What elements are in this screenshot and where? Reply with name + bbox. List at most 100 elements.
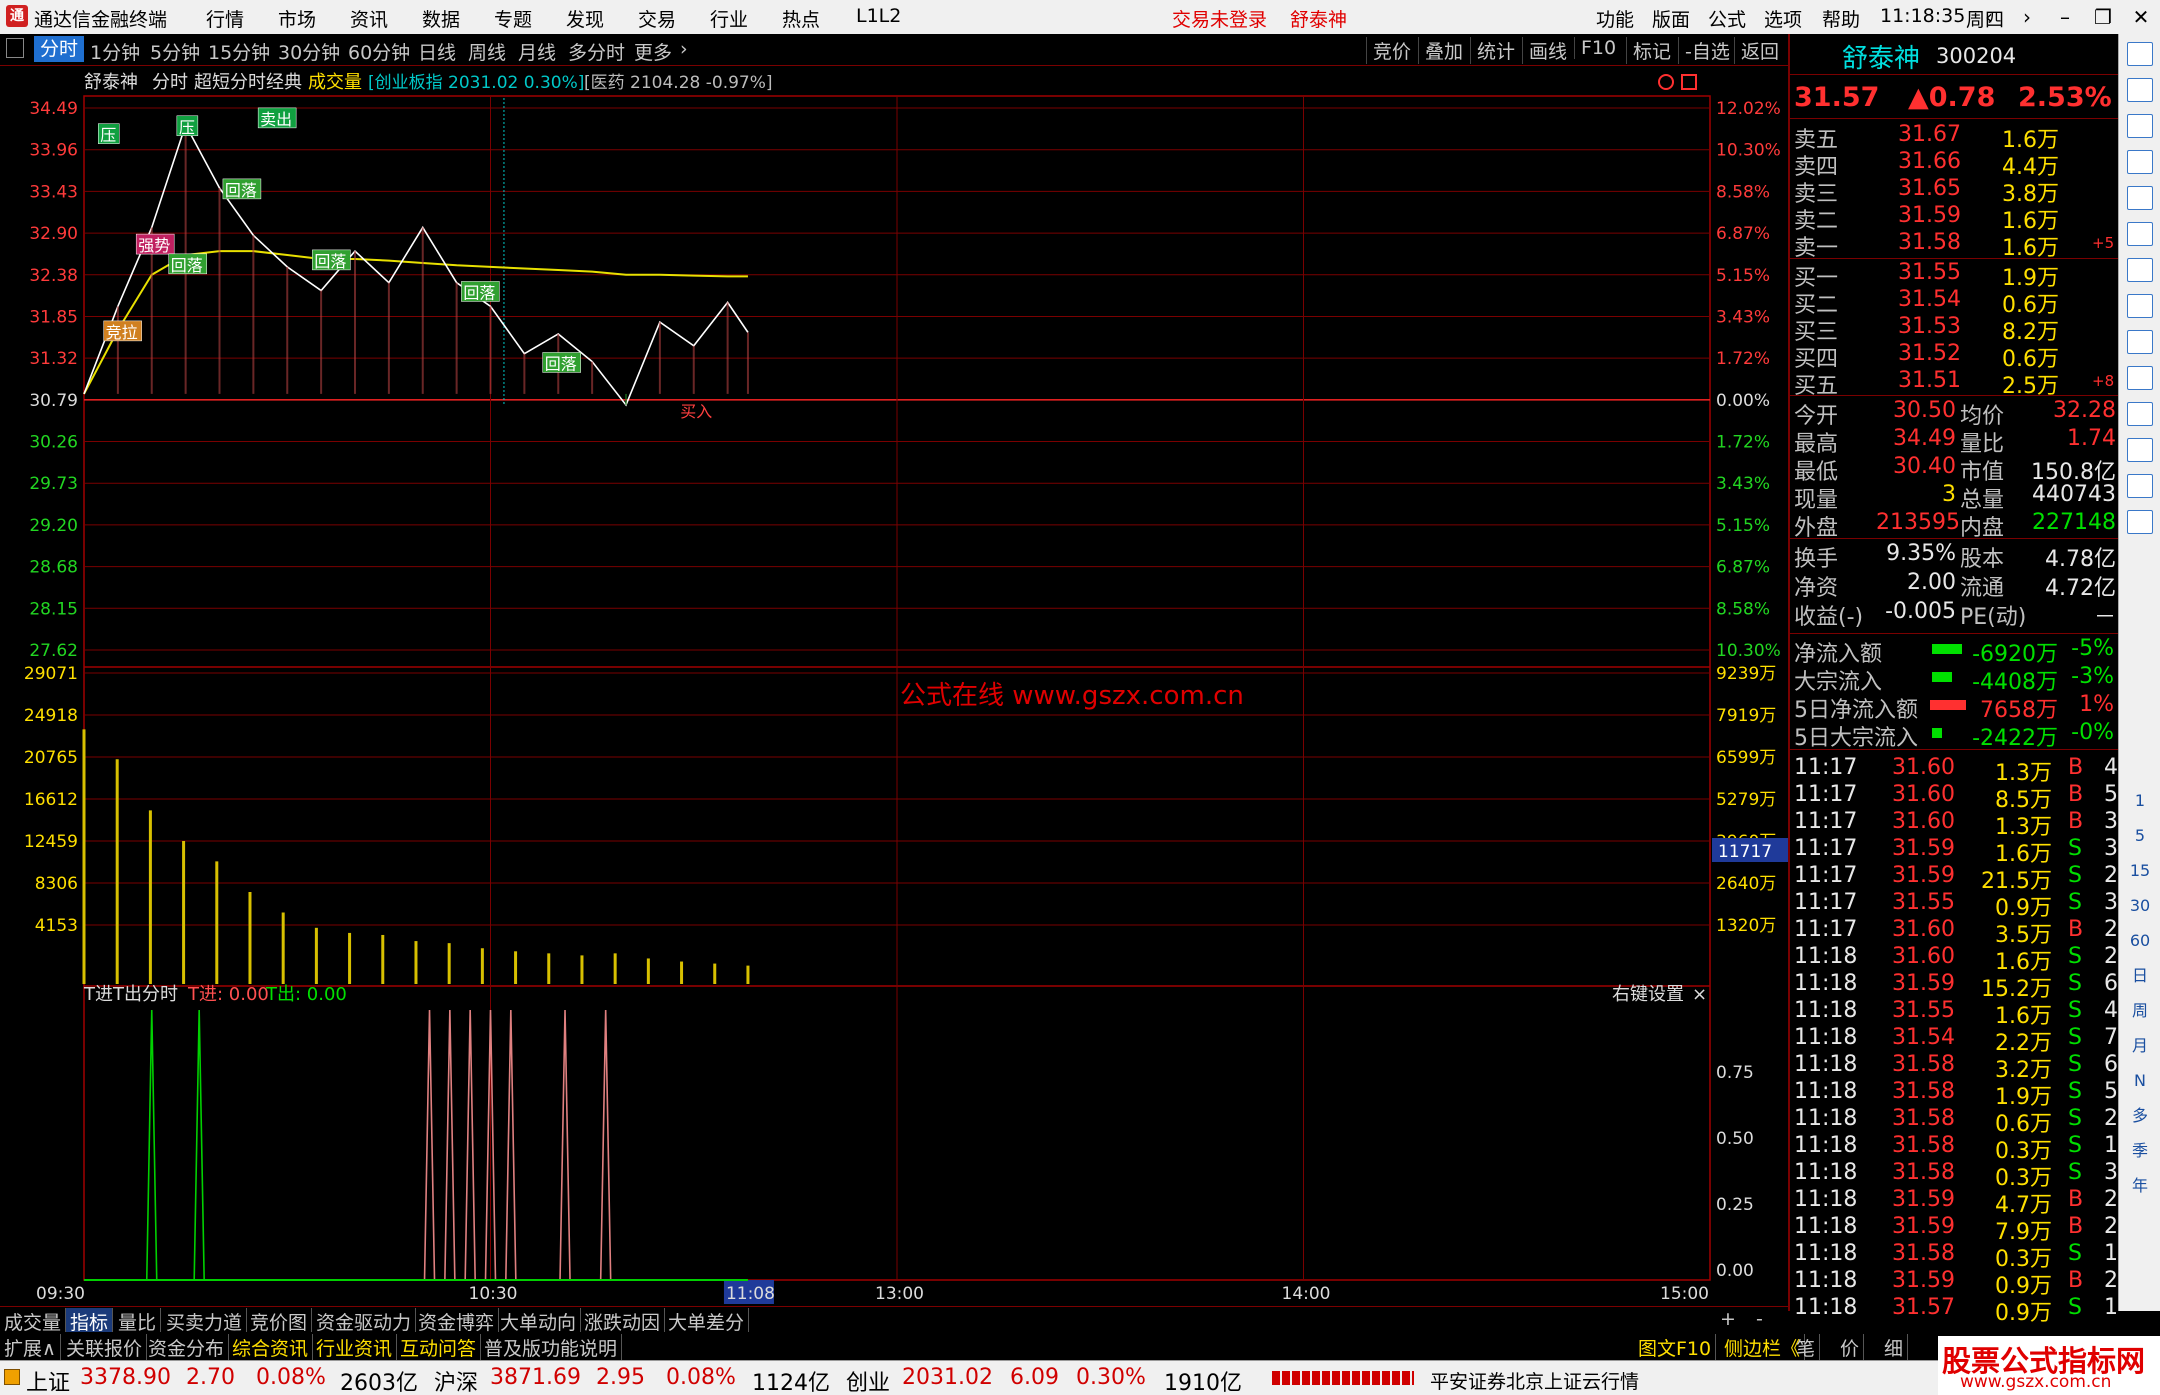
btn-fanhui[interactable]: 返回 <box>1734 37 1779 64</box>
tab-fund-game[interactable]: 资金博弈 <box>414 1308 500 1334</box>
btn-f10[interactable]: F10 <box>1574 37 1616 59</box>
period-shortcut[interactable]: 多 <box>2127 1105 2153 1129</box>
restore-icon[interactable]: ❐ <box>2084 0 2122 34</box>
indicator-close-icon[interactable]: × <box>1692 984 1707 1005</box>
tab-tick[interactable]: 笔 <box>1792 1334 1821 1361</box>
period-shortcut[interactable]: 15 <box>2127 860 2153 884</box>
period-more[interactable]: 更多 <box>634 38 672 65</box>
down-icon[interactable] <box>2127 114 2153 138</box>
circle-icon[interactable] <box>2127 510 2153 534</box>
zoom-out-button[interactable]: - <box>1752 1308 1767 1332</box>
period-week[interactable]: 周线 <box>468 38 506 65</box>
tab-expand[interactable]: 扩展∧ <box>0 1334 61 1361</box>
period-month[interactable]: 月线 <box>518 38 556 65</box>
up-arrow-icon[interactable] <box>2127 42 2153 66</box>
quote-icon[interactable] <box>2127 366 2153 390</box>
btn-jingjia[interactable]: 竞价 <box>1366 37 1411 64</box>
detail-icon[interactable] <box>2127 150 2153 174</box>
btn-huaxian[interactable]: 画线 <box>1522 37 1567 64</box>
period-5min[interactable]: 5分钟 <box>150 38 200 65</box>
tab-qa[interactable]: 互动问答 <box>396 1334 482 1361</box>
panel-toggle-icon[interactable] <box>6 38 24 58</box>
period-shortcut[interactable]: 30 <box>2127 895 2153 919</box>
period-multi[interactable]: 多分时 <box>568 38 625 65</box>
tab-related-quote[interactable]: 关联报价 <box>62 1334 148 1361</box>
period-shortcut[interactable]: 5 <box>2127 825 2153 849</box>
tab-fund-drive[interactable]: 资金驱动力 <box>312 1308 417 1334</box>
forward-icon[interactable]: › <box>2008 0 2046 34</box>
period-1min[interactable]: 1分钟 <box>90 38 140 65</box>
tab-volume[interactable]: 成交量 <box>0 1308 67 1334</box>
menu-zixun[interactable]: 资讯 <box>350 5 388 32</box>
btn-zixuan[interactable]: -自选 <box>1678 37 1730 64</box>
sh-name[interactable]: 上证 <box>26 1365 70 1395</box>
period-15min[interactable]: 15分钟 <box>208 38 270 65</box>
cy-name[interactable]: 创业 <box>846 1365 890 1395</box>
tab-price[interactable]: 价 <box>1836 1334 1865 1361</box>
kline-icon[interactable] <box>2127 222 2153 246</box>
menu-faxian[interactable]: 发现 <box>566 5 604 32</box>
period-shortcut[interactable]: 60 <box>2127 930 2153 954</box>
tab-buy-sell-force[interactable]: 买卖力道 <box>162 1308 248 1334</box>
period-shortcut[interactable]: 日 <box>2127 965 2153 989</box>
period-shortcut[interactable]: 周 <box>2127 1000 2153 1024</box>
tab-up-down-cause[interactable]: 涨跌动因 <box>580 1308 666 1334</box>
menu-bangzhu[interactable]: 帮助 <box>1822 5 1860 32</box>
menu-redian[interactable]: 热点 <box>782 5 820 32</box>
menu-xuanxiang[interactable]: 选项 <box>1764 5 1802 32</box>
tab-volume-ratio[interactable]: 量比 <box>114 1308 162 1334</box>
period-shortcut[interactable]: 年 <box>2127 1175 2153 1199</box>
index-icon[interactable] <box>4 1369 20 1385</box>
tab-big-order[interactable]: 大单动向 <box>496 1308 582 1334</box>
tab-industry-news[interactable]: 行业资讯 <box>312 1334 398 1361</box>
period-shortcut[interactable]: 季 <box>2127 1140 2153 1164</box>
menu-jiaoyi[interactable]: 交易 <box>638 5 676 32</box>
tab-detail[interactable]: 细 <box>1880 1334 1909 1361</box>
tab-manual[interactable]: 普及版功能说明 <box>480 1334 623 1361</box>
chart-maximize-icon[interactable] <box>1681 74 1697 90</box>
period-fenshi[interactable]: 分时 <box>34 36 85 62</box>
indicator-settings[interactable]: 右键设置 <box>1612 984 1684 1005</box>
note-icon[interactable] <box>2127 402 2153 426</box>
tab-auction-chart[interactable]: 竞价图 <box>246 1308 313 1334</box>
f10-icon[interactable] <box>2127 330 2153 354</box>
period-shortcut[interactable]: N <box>2127 1070 2153 1094</box>
menu-gongneng[interactable]: 功能 <box>1596 5 1634 32</box>
menu-shuju[interactable]: 数据 <box>422 5 460 32</box>
period-shortcut[interactable]: 1 <box>2127 790 2153 814</box>
btn-tongji[interactable]: 统计 <box>1470 37 1515 64</box>
period-day[interactable]: 日线 <box>418 38 456 65</box>
minimize-icon[interactable]: – <box>2046 0 2084 34</box>
period-30min[interactable]: 30分钟 <box>278 38 340 65</box>
chart-icon[interactable] <box>2127 474 2153 498</box>
bar-icon[interactable] <box>2127 258 2153 282</box>
menu-gongshi[interactable]: 公式 <box>1708 5 1746 32</box>
tab-general-news[interactable]: 综合资讯 <box>228 1334 314 1361</box>
menu-l1l2[interactable]: L1L2 <box>856 5 901 27</box>
tab-big-order-diff[interactable]: 大单差分 <box>664 1308 750 1334</box>
menu-shichang[interactable]: 市场 <box>278 5 316 32</box>
menu-hangye[interactable]: 行业 <box>710 5 748 32</box>
menu-banmian[interactable]: 版面 <box>1652 5 1690 32</box>
hs-name[interactable]: 沪深 <box>434 1365 478 1395</box>
table-icon[interactable] <box>2127 186 2153 210</box>
close-icon[interactable]: ✕ <box>2122 0 2160 34</box>
period-shortcut[interactable]: 月 <box>2127 1035 2153 1059</box>
tab-f10-graphic[interactable]: 图文F10 <box>1634 1334 1717 1361</box>
period-60min[interactable]: 60分钟 <box>348 38 410 65</box>
up-icon[interactable] <box>2127 78 2153 102</box>
btn-diejia[interactable]: 叠加 <box>1418 37 1463 64</box>
menu-hangqing[interactable]: 行情 <box>206 5 244 32</box>
chart-sync-icon[interactable] <box>1658 74 1674 90</box>
list-icon[interactable] <box>2127 294 2153 318</box>
menu-zhuanti[interactable]: 专题 <box>494 5 532 32</box>
server-name[interactable]: 平安证券北京上证云行情 <box>1430 1367 1639 1394</box>
tab-indicator[interactable]: 指标 <box>66 1308 114 1334</box>
back-icon[interactable]: ‹ <box>1970 0 2008 34</box>
chart-svg[interactable]: 舒泰神 分时 超短分时经典 成交量 [创业板指 2031.02 0.30%] [… <box>0 66 1788 1311</box>
intraday-chart[interactable]: 舒泰神 分时 超短分时经典 成交量 [创业板指 2031.02 0.30%] [… <box>0 66 1788 1311</box>
zoom-in-button[interactable]: + <box>1716 1308 1740 1332</box>
login-status[interactable]: 交易未登录 <box>1172 5 1267 32</box>
f12-icon[interactable] <box>2127 438 2153 462</box>
tab-fund-dist[interactable]: 资金分布 <box>144 1334 230 1361</box>
